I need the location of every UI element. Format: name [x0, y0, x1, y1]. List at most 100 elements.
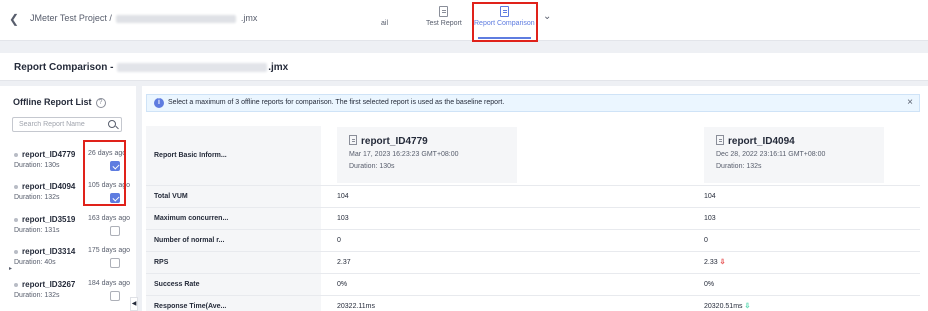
help-icon[interactable]: ? — [95, 97, 106, 108]
document-icon — [349, 135, 357, 146]
row-label: Number of normal r... — [146, 229, 321, 252]
baseline-value: 104 — [321, 185, 693, 208]
status-dot-icon — [14, 283, 18, 287]
compare-value: 0% — [693, 273, 920, 296]
report-age: 184 days ago — [88, 280, 131, 287]
breadcrumb-project[interactable]: JMeter Test Project / — [30, 13, 112, 23]
expand-arrow-icon: ▸ — [9, 266, 13, 272]
highlight-box-tab — [472, 2, 538, 42]
report-card-name: report_ID4779 — [361, 136, 428, 148]
baseline-value: 103 — [321, 207, 693, 230]
report-duration: Duration: 131s — [14, 227, 60, 234]
document-icon — [716, 135, 724, 146]
compare-value-text: 0% — [704, 280, 715, 288]
table-row: Report Basic Inform... report_ID4779 Mar… — [146, 126, 920, 186]
report-duration: Duration: 132s — [14, 194, 60, 201]
row-label: Maximum concurren... — [146, 207, 321, 230]
offline-report-heading: Offline Report List? — [13, 97, 106, 108]
search-input[interactable] — [13, 118, 103, 131]
compare-value: 103 — [693, 207, 920, 230]
baseline-value: 0% — [321, 273, 693, 296]
report-checkbox[interactable] — [110, 291, 120, 301]
report-card-duration: Duration: 132s — [716, 163, 762, 171]
table-row: Response Time(Ave... 20322.11ms 20320.51… — [146, 295, 920, 311]
search-icon[interactable] — [108, 120, 116, 128]
highlight-box-checkboxes — [83, 140, 126, 206]
tab-test-report[interactable]: Test Report — [426, 6, 462, 27]
comparison-table: Report Basic Inform... report_ID4779 Mar… — [146, 126, 920, 311]
compare-value-text: 0 — [704, 236, 708, 244]
info-alert: i Select a maximum of 3 offline reports … — [146, 94, 920, 112]
tab-test-report-label: Test Report — [426, 20, 462, 27]
page-title: Report Comparison - .jmx — [14, 62, 288, 73]
status-dot-icon — [14, 153, 18, 157]
row-label: RPS — [146, 251, 321, 274]
table-row: Success Rate 0% 0% — [146, 273, 920, 296]
report-list-item[interactable]: report_ID3519 163 days ago Duration: 131… — [0, 211, 136, 241]
report-card-name: report_ID4094 — [728, 136, 795, 148]
arrow-down-green-icon: ⇩ — [744, 303, 751, 310]
row-label: Total VUM — [146, 185, 321, 208]
report-duration: Duration: 40s — [14, 259, 56, 266]
tab-detail-label: ail — [381, 20, 389, 27]
search-box — [12, 117, 122, 132]
report-list-item[interactable]: report_ID3314 175 days ago Duration: 40s — [0, 243, 136, 273]
report-icon — [439, 6, 449, 17]
status-dot-icon — [14, 218, 18, 222]
comparison-panel: i Select a maximum of 3 offline reports … — [142, 86, 928, 311]
compare-value: 20320.51ms ⇩ — [693, 295, 920, 311]
offline-report-heading-text: Offline Report List — [13, 97, 92, 107]
report-card-duration: Duration: 130s — [349, 163, 395, 171]
compare-value-text: 20320.51ms — [704, 303, 743, 310]
report-name: report_ID3519 — [22, 215, 76, 224]
breadcrumb-file: .jmx — [240, 13, 258, 23]
table-row: Maximum concurren... 103 103 — [146, 207, 920, 230]
page-title-suffix: .jmx — [268, 62, 289, 73]
breadcrumb: JMeter Test Project / .jmx — [30, 13, 257, 23]
arrow-down-icon: ⇩ — [719, 259, 726, 266]
compare-value-text: 2.33 — [704, 259, 718, 266]
back-arrow-icon[interactable]: ❮ — [6, 11, 22, 27]
close-icon[interactable]: × — [907, 97, 913, 108]
baseline-value: 2.37 — [321, 251, 693, 274]
compare-value: 0 — [693, 229, 920, 252]
info-icon: i — [154, 98, 164, 108]
chevron-down-icon[interactable]: ⌄ — [543, 11, 551, 22]
report-name: report_ID3314 — [22, 247, 76, 256]
report-checkbox[interactable] — [110, 258, 120, 268]
table-row: RPS 2.37 2.33 ⇩ — [146, 251, 920, 274]
report-card-date: Mar 17, 2023 16:23:23 GMT+08:00 — [349, 151, 459, 159]
compare-value: 2.33 ⇩ — [693, 251, 920, 274]
redacted-text — [116, 14, 237, 23]
collapse-panel-handle[interactable]: ◀ — [130, 297, 138, 311]
compare-value: 104 — [693, 185, 920, 208]
report-checkbox[interactable] — [110, 226, 120, 236]
baseline-value: 20322.11ms — [321, 295, 693, 311]
table-row: Number of normal r... 0 0 — [146, 229, 920, 252]
alert-message: Select a maximum of 3 offline reports fo… — [168, 99, 505, 106]
status-dot-icon — [14, 185, 18, 189]
report-duration: Duration: 130s — [14, 162, 60, 169]
report-card-date: Dec 28, 2022 23:16:11 GMT+08:00 — [716, 151, 826, 159]
baseline-value: 0 — [321, 229, 693, 252]
row-label: Response Time(Ave... — [146, 295, 321, 311]
table-row: Total VUM 104 104 — [146, 185, 920, 208]
top-bar: ❮ JMeter Test Project / .jmx ail Test Re… — [0, 0, 928, 42]
report-card: report_ID4779 Mar 17, 2023 16:23:23 GMT+… — [337, 127, 517, 184]
report-age: 163 days ago — [88, 215, 131, 222]
report-name: report_ID4779 — [22, 150, 76, 159]
report-age: 175 days ago — [88, 247, 131, 254]
compare-value-text: 104 — [704, 192, 716, 200]
row-label: Report Basic Inform... — [146, 126, 321, 186]
page-title-prefix: Report Comparison - — [14, 62, 114, 73]
report-list-item[interactable]: report_ID3267 184 days ago Duration: 132… — [0, 276, 136, 306]
page-title-bar: Report Comparison - .jmx — [0, 53, 928, 81]
report-name: report_ID4094 — [22, 182, 76, 191]
tab-detail[interactable]: ail — [381, 20, 388, 27]
redacted-text — [117, 62, 268, 72]
row-label: Success Rate — [146, 273, 321, 296]
report-name: report_ID3267 — [22, 280, 76, 289]
report-duration: Duration: 132s — [14, 292, 60, 299]
report-card: report_ID4094 Dec 28, 2022 23:16:11 GMT+… — [704, 127, 884, 184]
status-dot-icon — [14, 250, 18, 254]
